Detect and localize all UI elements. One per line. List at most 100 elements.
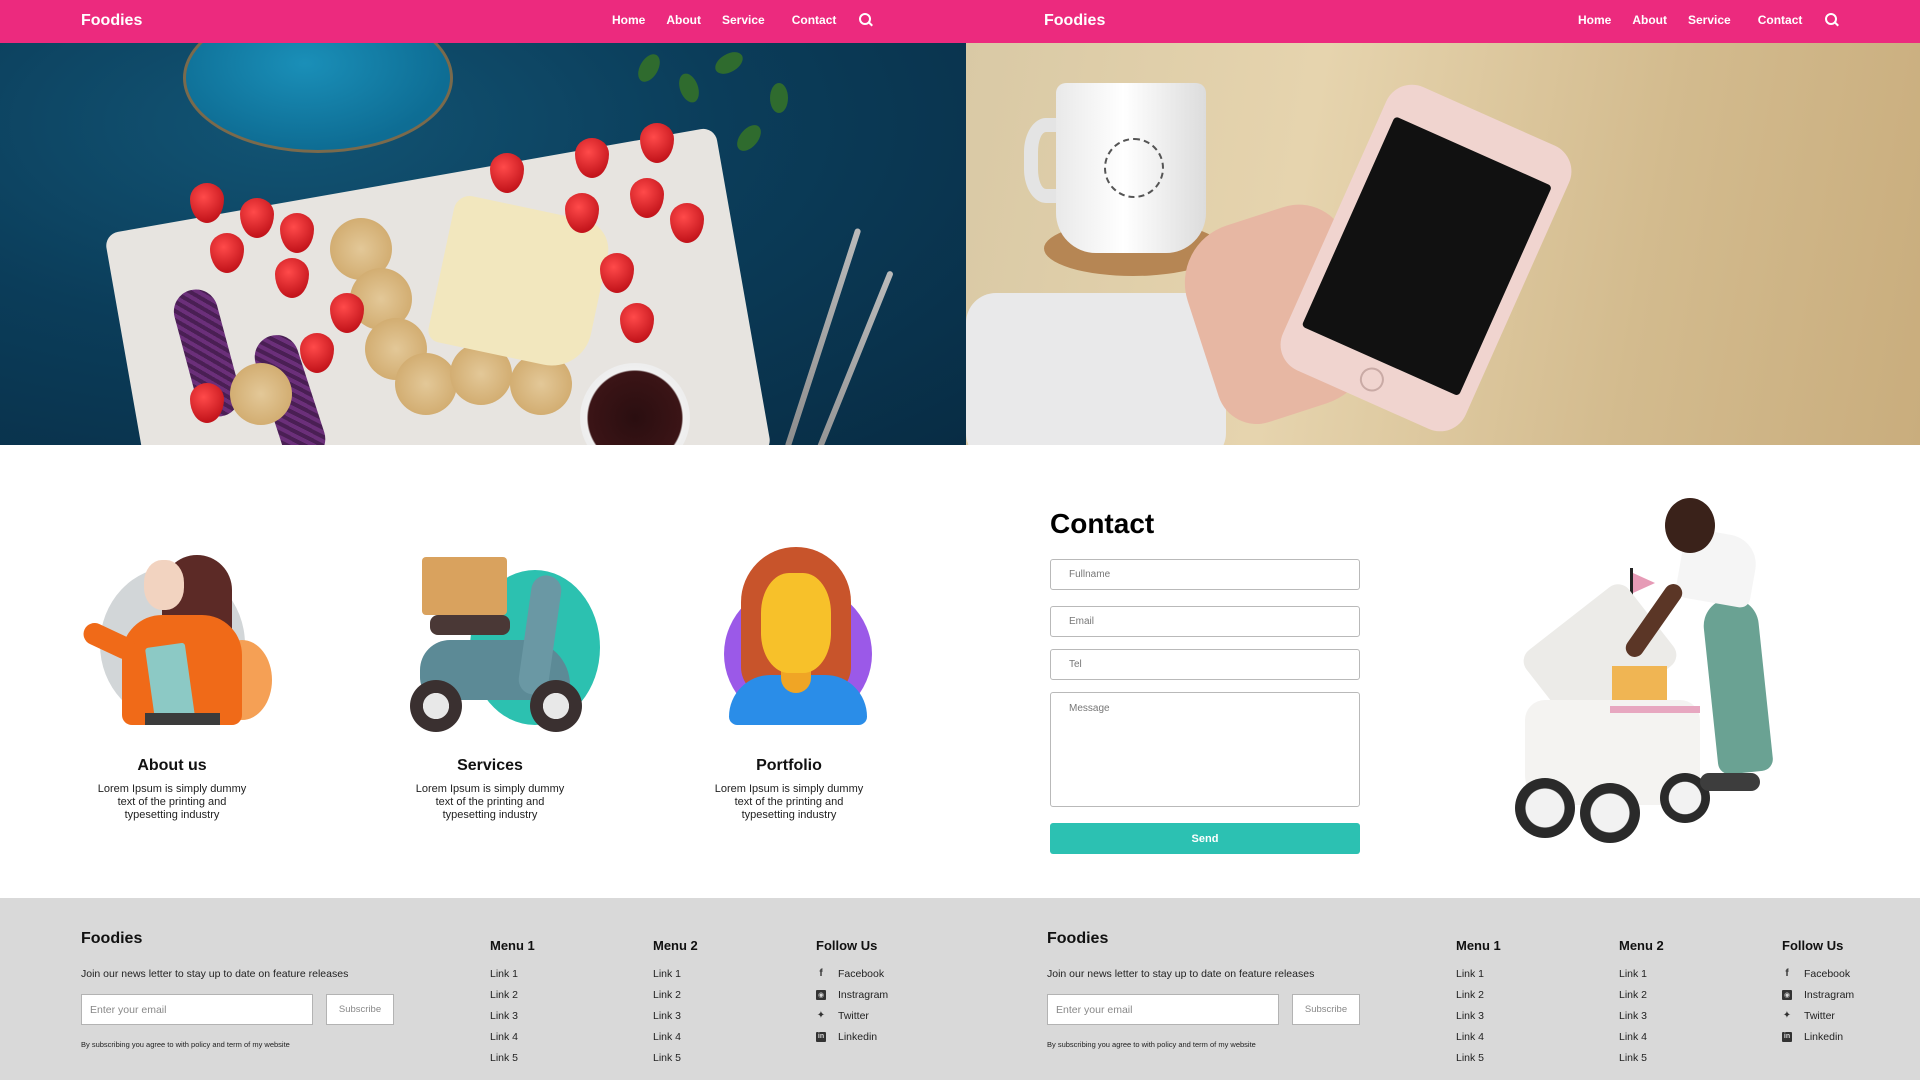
legal-text: By subscribing you agree to with policy … <box>1047 1040 1256 1049</box>
flag <box>1633 573 1655 593</box>
footer-link[interactable]: Link 5 <box>1456 1049 1501 1066</box>
head <box>144 560 184 610</box>
service-card-about: About us Lorem Ipsum is simply dummy tex… <box>42 545 302 822</box>
nav-home[interactable]: Home <box>612 13 645 27</box>
avatar-illustration <box>659 545 919 725</box>
service-description: Lorem Ipsum is simply dummy text of the … <box>714 783 864 821</box>
footer-link[interactable]: Link 4 <box>490 1028 535 1045</box>
footer-link[interactable]: Link 2 <box>653 986 698 1003</box>
pants <box>145 713 220 725</box>
footer-link[interactable]: Link 3 <box>653 1007 698 1024</box>
nav-home[interactable]: Home <box>1578 13 1611 27</box>
subscribe-button[interactable]: Subscribe <box>1292 994 1360 1025</box>
leaf <box>732 120 766 156</box>
subscribe-button[interactable]: Subscribe <box>326 994 394 1025</box>
facebook-link[interactable]: f Facebook <box>816 965 888 982</box>
legal-text: By subscribing you agree to with policy … <box>81 1040 290 1049</box>
nav-service[interactable]: Service <box>722 13 765 27</box>
footer-link[interactable]: Link 3 <box>1619 1007 1664 1024</box>
footer-link[interactable]: Link 1 <box>653 965 698 982</box>
wheel <box>530 680 582 732</box>
footer-left: Foodies Join our news letter to stay up … <box>0 898 966 1080</box>
twitter-link[interactable]: ✦ Twitter <box>816 1007 888 1024</box>
social-label: Twitter <box>838 1009 869 1022</box>
twitter-link[interactable]: ✦ Twitter <box>1782 1007 1854 1024</box>
footer-link[interactable]: Link 2 <box>490 986 535 1003</box>
nav-contact[interactable]: Contact <box>792 13 837 27</box>
footer-link[interactable]: Link 5 <box>653 1049 698 1066</box>
woman-clipboard-illustration <box>42 545 302 725</box>
service-title: About us <box>137 757 207 774</box>
newsletter-text: Join our news letter to stay up to date … <box>1047 968 1315 980</box>
footer-link[interactable]: Link 1 <box>490 965 535 982</box>
footer-follow: Follow Us f Facebook ◉ Instragram ✦ Twit… <box>816 938 888 1049</box>
brand-logo[interactable]: Foodies <box>1044 12 1105 30</box>
nav-about[interactable]: About <box>1632 13 1667 27</box>
social-label: Linkedin <box>838 1030 878 1043</box>
footer-menu1: Menu 1 Link 1 Link 2 Link 3 Link 4 Link … <box>490 938 535 1070</box>
footer-link[interactable]: Link 1 <box>1456 965 1501 982</box>
footer-menu1: Menu 1 Link 1 Link 2 Link 3 Link 4 Link … <box>1456 938 1501 1070</box>
footer-link[interactable]: Link 4 <box>653 1028 698 1045</box>
footer-link[interactable]: Link 1 <box>1619 965 1664 982</box>
message-input[interactable] <box>1050 692 1360 807</box>
fullname-input[interactable] <box>1050 559 1360 590</box>
nav-links: Home About Service Contact <box>612 13 873 27</box>
nav-contact[interactable]: Contact <box>1758 13 1803 27</box>
nav-service[interactable]: Service <box>1688 13 1731 27</box>
footer-link[interactable]: Link 5 <box>490 1049 535 1066</box>
newsletter-email-input[interactable] <box>81 994 313 1025</box>
scooter-illustration <box>360 545 620 732</box>
robot-wheel <box>1515 778 1575 838</box>
hero-phone-image <box>966 43 1920 445</box>
contact-title: Contact <box>1050 508 1155 539</box>
face <box>761 573 831 673</box>
leaf <box>770 83 788 113</box>
newsletter-email-input[interactable] <box>1047 994 1279 1025</box>
robot-stripe <box>1610 706 1700 713</box>
tel-input[interactable] <box>1050 649 1360 680</box>
search-icon[interactable] <box>859 13 873 27</box>
instagram-link[interactable]: ◉ Instragram <box>1782 986 1854 1003</box>
footer-link[interactable]: Link 2 <box>1619 986 1664 1003</box>
menu-title: Menu 1 <box>1456 938 1501 953</box>
twitter-icon: ✦ <box>816 1010 826 1021</box>
seat <box>430 615 510 635</box>
nav-about[interactable]: About <box>666 13 701 27</box>
phone-screen <box>1301 116 1553 397</box>
service-description: Lorem Ipsum is simply dummy text of the … <box>97 783 247 821</box>
hero-food-image <box>0 43 966 445</box>
delivery-robot-illustration <box>1500 488 1820 848</box>
brand-logo[interactable]: Foodies <box>81 12 142 30</box>
instagram-link[interactable]: ◉ Instragram <box>816 986 888 1003</box>
package-box <box>422 557 507 615</box>
menu-title: Menu 1 <box>490 938 535 953</box>
footer-link[interactable]: Link 4 <box>1456 1028 1501 1045</box>
email-input[interactable] <box>1050 606 1360 637</box>
social-label: Instragram <box>1804 988 1855 1001</box>
footer-brand: Foodies <box>81 930 143 947</box>
send-button[interactable]: Send <box>1050 823 1360 854</box>
linkedin-link[interactable]: in Linkedin <box>1782 1028 1854 1045</box>
footer-right: Foodies Join our news letter to stay up … <box>966 898 1920 1080</box>
facebook-icon: f <box>819 968 823 979</box>
leaf <box>633 50 665 86</box>
twitter-icon: ✦ <box>1782 1010 1792 1021</box>
cracker <box>395 353 457 415</box>
footer-link[interactable]: Link 3 <box>1456 1007 1501 1024</box>
footer-link[interactable]: Link 2 <box>1456 986 1501 1003</box>
plate <box>183 43 453 153</box>
navbar-right: Foodies Home About Service Contact <box>966 0 1920 43</box>
service-description: Lorem Ipsum is simply dummy text of the … <box>415 783 565 821</box>
social-label: Linkedin <box>1804 1030 1844 1043</box>
footer-link[interactable]: Link 3 <box>490 1007 535 1024</box>
linkedin-link[interactable]: in Linkedin <box>816 1028 888 1045</box>
footer-link[interactable]: Link 4 <box>1619 1028 1664 1045</box>
footer-link[interactable]: Link 5 <box>1619 1049 1664 1066</box>
linkedin-icon: in <box>1782 1031 1792 1042</box>
facebook-link[interactable]: f Facebook <box>1782 965 1854 982</box>
search-icon[interactable] <box>1825 13 1839 27</box>
follow-title: Follow Us <box>1782 938 1844 953</box>
instagram-icon: ◉ <box>1782 989 1792 1000</box>
service-card-services: Services Lorem Ipsum is simply dummy tex… <box>360 545 620 822</box>
